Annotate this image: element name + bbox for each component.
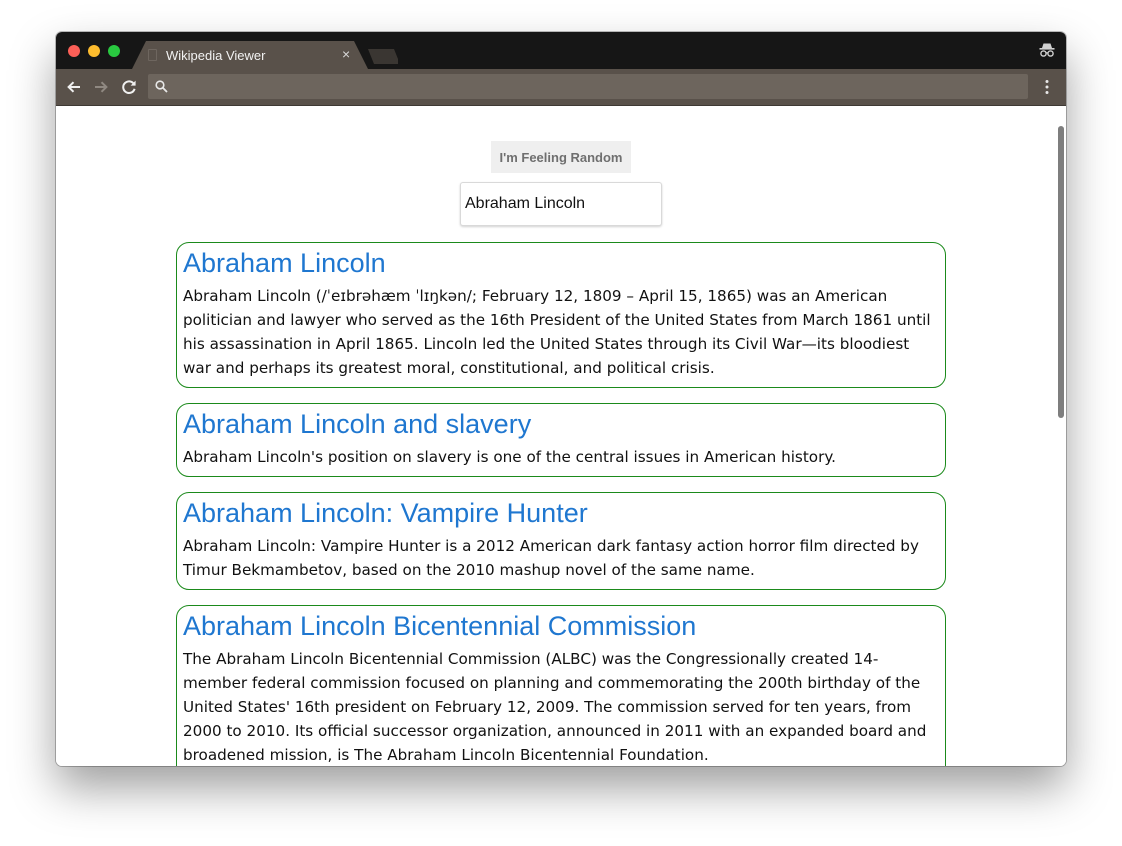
- vertical-scrollbar[interactable]: [1058, 126, 1064, 418]
- result-extract: Abraham Lincoln's position on slavery is…: [183, 448, 836, 466]
- back-arrow-icon[interactable]: [63, 76, 85, 98]
- tab-wikipedia-viewer[interactable]: Wikipedia Viewer ×: [132, 41, 368, 69]
- page-favicon-icon: [148, 49, 157, 61]
- tab-bar: Wikipedia Viewer ×: [56, 32, 1066, 69]
- address-input[interactable]: [176, 74, 1020, 101]
- result-extract: Abraham Lincoln (/ˈeɪbrəhæm ˈlɪŋkən/; Fe…: [183, 287, 931, 377]
- incognito-icon: [1038, 41, 1056, 59]
- address-bar[interactable]: [148, 74, 1028, 101]
- result-extract: The Abraham Lincoln Bicentennial Commiss…: [183, 650, 927, 764]
- new-tab-button[interactable]: [368, 49, 398, 64]
- result-title-link[interactable]: Abraham Lincoln and slavery: [183, 408, 939, 440]
- zoom-window-button[interactable]: [108, 45, 120, 57]
- random-article-button[interactable]: I'm Feeling Random: [491, 141, 631, 173]
- result-title-link[interactable]: Abraham Lincoln: [183, 247, 939, 279]
- page-content: I'm Feeling Random Abraham Lincoln Abrah…: [56, 106, 1066, 766]
- tab-title: Wikipedia Viewer: [166, 48, 266, 63]
- result-card[interactable]: Abraham Lincoln: Vampire Hunter Abraham …: [176, 492, 946, 590]
- search-icon: [155, 80, 168, 93]
- result-title-link[interactable]: Abraham Lincoln: Vampire Hunter: [183, 497, 939, 529]
- result-card[interactable]: Abraham Lincoln and slavery Abraham Linc…: [176, 403, 946, 477]
- search-input[interactable]: [460, 182, 662, 226]
- result-card[interactable]: Abraham Lincoln Bicentennial Commission …: [176, 605, 946, 766]
- menu-dots-icon[interactable]: [1039, 78, 1055, 96]
- result-extract: Abraham Lincoln: Vampire Hunter is a 201…: [183, 537, 919, 579]
- result-card[interactable]: Abraham Lincoln Abraham Lincoln (/ˈeɪbrə…: [176, 242, 946, 388]
- reload-icon[interactable]: [118, 76, 140, 98]
- close-window-button[interactable]: [68, 45, 80, 57]
- close-icon[interactable]: ×: [342, 46, 350, 62]
- forward-arrow-icon[interactable]: [90, 76, 112, 98]
- minimize-window-button[interactable]: [88, 45, 100, 57]
- browser-toolbar: [56, 69, 1066, 106]
- result-title-link[interactable]: Abraham Lincoln Bicentennial Commission: [183, 610, 939, 642]
- browser-window: Wikipedia Viewer × I'm Feeling Random Ab…: [56, 32, 1066, 766]
